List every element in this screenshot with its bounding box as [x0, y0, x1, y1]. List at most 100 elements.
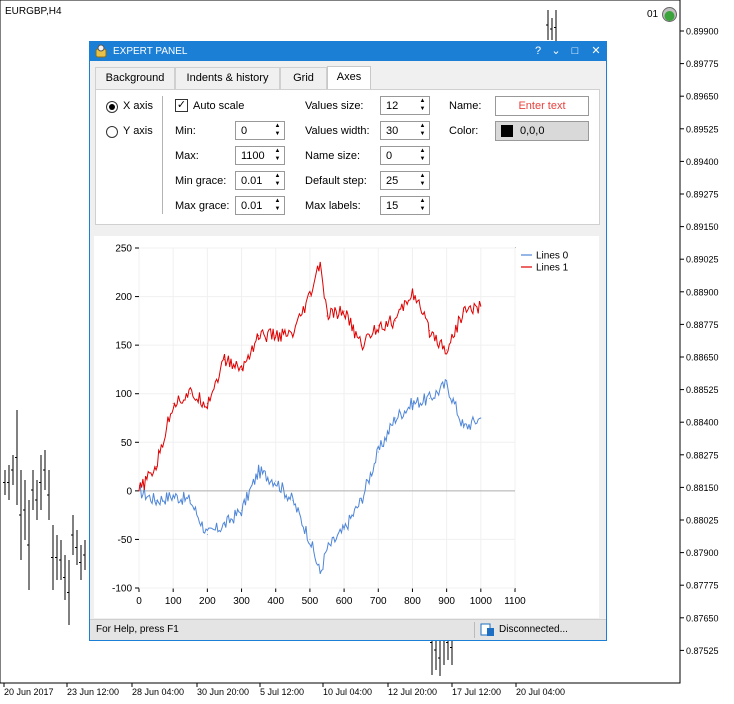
max-grace-label: Max grace:: [175, 200, 230, 212]
auto-scale-checkbox[interactable]: ✓: [175, 99, 188, 112]
expert-smiley-icon[interactable]: [661, 6, 678, 23]
series-point: [480, 417, 482, 419]
axis-name-input[interactable]: Enter text: [495, 96, 589, 116]
time-tick-label: 10 Jul 04:00: [323, 687, 372, 697]
series-point: [223, 359, 225, 361]
name-size-stepper[interactable]: 0 ▲ ▼: [380, 146, 430, 165]
series-point: [446, 349, 448, 351]
series-point: [394, 417, 396, 419]
price-tick-label: 0.89900: [686, 27, 719, 37]
price-tick-label: 0.89275: [686, 190, 719, 200]
stepper-arrows-icon[interactable]: ▲ ▼: [272, 147, 283, 164]
min-grace-value: 0.01: [241, 175, 263, 187]
time-tick-label: 23 Jun 12:00: [67, 687, 119, 697]
series-point: [360, 344, 362, 346]
values-size-label: Values size:: [305, 100, 364, 112]
time-tick-label: 30 Jun 20:00: [197, 687, 249, 697]
name-size-value: 0: [386, 150, 393, 162]
default-step-stepper[interactable]: 25 ▲ ▼: [380, 171, 430, 190]
name-label: Name:: [449, 100, 482, 112]
series-point: [292, 500, 294, 502]
min-grace-stepper[interactable]: 0.01 ▲ ▼: [235, 171, 285, 190]
help-button[interactable]: ?: [528, 42, 548, 61]
price-tick-label: 0.87900: [686, 548, 719, 558]
y-tick-label: 0: [126, 486, 132, 497]
max-labels-stepper[interactable]: 15 ▲ ▼: [380, 196, 430, 215]
status-bar: For Help, press F1 Disconnected...: [90, 619, 606, 640]
maximize-button[interactable]: □: [565, 42, 585, 61]
x-tick-label: 700: [370, 596, 387, 607]
series-point: [377, 325, 379, 327]
values-width-label: Values width:: [305, 125, 370, 137]
time-axis-ticks: 20 Jun 2017 23 Jun 12:00 28 Jun 04:00 30 Ju…: [3, 683, 565, 697]
series-point: [275, 334, 277, 336]
x-axis-radio[interactable]: [106, 101, 118, 113]
series-point: [326, 548, 328, 550]
series-point: [446, 383, 448, 385]
close-button[interactable]: ✕: [586, 42, 606, 61]
max-stepper[interactable]: 1100 ▲ ▼: [235, 146, 285, 165]
account-number: 01: [647, 9, 659, 20]
line-chart: 0 100 200 300 400 500 600 700 800 900 1000 11002502…: [94, 236, 599, 618]
series-point: [377, 451, 379, 453]
plot-background: [94, 236, 599, 618]
name-size-label: Name size:: [305, 150, 361, 162]
min-label: Min:: [175, 125, 196, 137]
x-tick-label: 600: [336, 596, 353, 607]
price-tick-label: 0.89025: [686, 255, 719, 265]
series-point: [360, 500, 362, 502]
stepper-arrows-icon[interactable]: ▲ ▼: [417, 172, 428, 189]
tab-axes[interactable]: Axes: [327, 66, 371, 90]
time-tick-label: 20 Jun 2017: [4, 687, 54, 697]
chart-symbol: EURGBP,H4: [5, 6, 62, 17]
series-point: [172, 495, 174, 497]
x-axis-label: X axis: [123, 100, 153, 112]
stepper-arrows-icon[interactable]: ▲ ▼: [417, 97, 428, 114]
stepper-arrows-icon[interactable]: ▲ ▼: [417, 197, 428, 214]
price-tick-label: 0.88900: [686, 287, 719, 297]
min-grace-label: Min grace:: [175, 175, 227, 187]
series-point: [309, 538, 311, 540]
price-tick-label: 0.87650: [686, 613, 719, 623]
series-point: [258, 470, 260, 472]
tab-background[interactable]: Background: [95, 67, 175, 89]
series-point: [172, 402, 174, 404]
values-width-stepper[interactable]: 30 ▲ ▼: [380, 121, 430, 140]
min-stepper[interactable]: 0 ▲ ▼: [235, 121, 285, 140]
price-tick-label: 0.89150: [686, 222, 719, 232]
series-point: [206, 534, 208, 536]
max-grace-stepper[interactable]: 0.01 ▲ ▼: [235, 196, 285, 215]
y-axis-radio[interactable]: [106, 126, 118, 138]
panel-titlebar[interactable]: EXPERT PANEL ? ⌄ □ ✕: [90, 42, 606, 61]
series-point: [343, 310, 345, 312]
tab-grid[interactable]: Grid: [280, 67, 327, 89]
price-tick-label: 0.88650: [686, 353, 719, 363]
stepper-arrows-icon[interactable]: ▲ ▼: [272, 172, 283, 189]
minimize-button[interactable]: ⌄: [546, 42, 566, 61]
stepper-arrows-icon[interactable]: ▲ ▼: [417, 147, 428, 164]
x-tick-label: 400: [267, 596, 284, 607]
series-point: [155, 500, 157, 502]
stepper-arrows-icon[interactable]: ▲ ▼: [272, 197, 283, 214]
series-point: [463, 310, 465, 312]
price-tick-label: 0.88525: [686, 385, 719, 395]
y-tick-label: 100: [115, 389, 132, 400]
x-tick-label: 100: [165, 596, 182, 607]
stepper-arrows-icon[interactable]: ▲ ▼: [272, 122, 283, 139]
color-picker[interactable]: 0,0,0: [495, 121, 589, 141]
values-size-stepper[interactable]: 12 ▲ ▼: [380, 96, 430, 115]
connection-status: Disconnected...: [499, 624, 568, 635]
y-tick-label: 200: [115, 292, 132, 303]
panel-title: EXPERT PANEL: [113, 46, 188, 57]
price-tick-label: 0.88025: [686, 516, 719, 526]
default-step-value: 25: [386, 175, 399, 187]
max-value: 1100: [241, 150, 265, 162]
tab-indents-history[interactable]: Indents & history: [175, 67, 280, 89]
y-tick-label: -100: [112, 584, 132, 595]
time-tick-label: 20 Jul 04:00: [516, 687, 565, 697]
series-point: [319, 262, 321, 264]
series-point: [429, 398, 431, 400]
y-axis-label: Y axis: [123, 125, 153, 137]
color-value: 0,0,0: [520, 125, 545, 137]
stepper-arrows-icon[interactable]: ▲ ▼: [417, 122, 428, 139]
